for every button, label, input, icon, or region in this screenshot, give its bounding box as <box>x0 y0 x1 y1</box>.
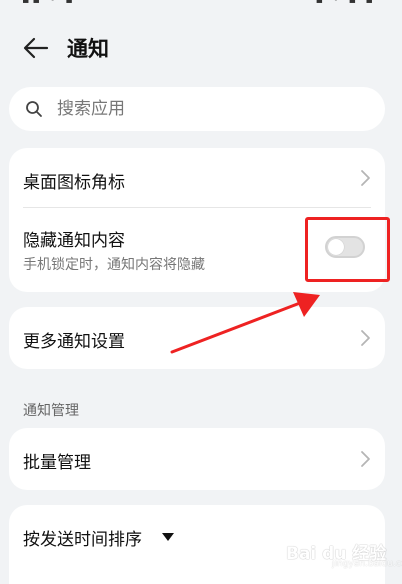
page-title: 通知 <box>67 37 109 61</box>
status-icons-right: ▪ ◦ ▪ ▪ <box>316 0 376 6</box>
more-settings-row[interactable]: 更多通知设置 <box>9 307 385 369</box>
back-button[interactable] <box>20 32 52 64</box>
batch-management-label: 批量管理 <box>23 453 91 473</box>
status-icons-left: ▪▪ ◦ ▪ <box>22 0 76 6</box>
watermark-subtext: jingyan.baidu.com <box>332 559 402 569</box>
status-bar: ▪▪ ◦ ▪ ▪ ◦ ▪ ▪ <box>0 0 402 8</box>
more-settings-card: 更多通知设置 <box>9 307 385 369</box>
chevron-right-icon <box>361 170 370 186</box>
batch-management-row[interactable]: 批量管理 <box>9 428 385 490</box>
more-settings-label: 更多通知设置 <box>23 332 125 352</box>
caret-down-icon <box>162 533 174 541</box>
desktop-badge-row[interactable]: 桌面图标角标 <box>9 148 385 208</box>
search-bar[interactable] <box>9 87 385 131</box>
annotation-highlight-box <box>305 217 390 282</box>
batch-management-card: 批量管理 <box>9 428 385 490</box>
arrow-left-icon <box>23 37 49 59</box>
search-icon <box>26 101 42 117</box>
section-header-notification-management: 通知管理 <box>23 403 79 419</box>
chevron-right-icon <box>361 330 370 346</box>
app-header: 通知 <box>0 26 402 70</box>
baidu-watermark: Bai du 经验 jingyan.baidu.com <box>284 535 402 575</box>
desktop-badge-label: 桌面图标角标 <box>23 173 125 193</box>
hide-content-label: 隐藏通知内容 <box>23 231 125 251</box>
chevron-right-icon <box>361 451 370 467</box>
sort-order-label: 按发送时间排序 <box>23 530 142 550</box>
hide-content-description: 手机锁定时，通知内容将隐藏 <box>23 257 205 273</box>
search-input[interactable] <box>57 96 357 122</box>
